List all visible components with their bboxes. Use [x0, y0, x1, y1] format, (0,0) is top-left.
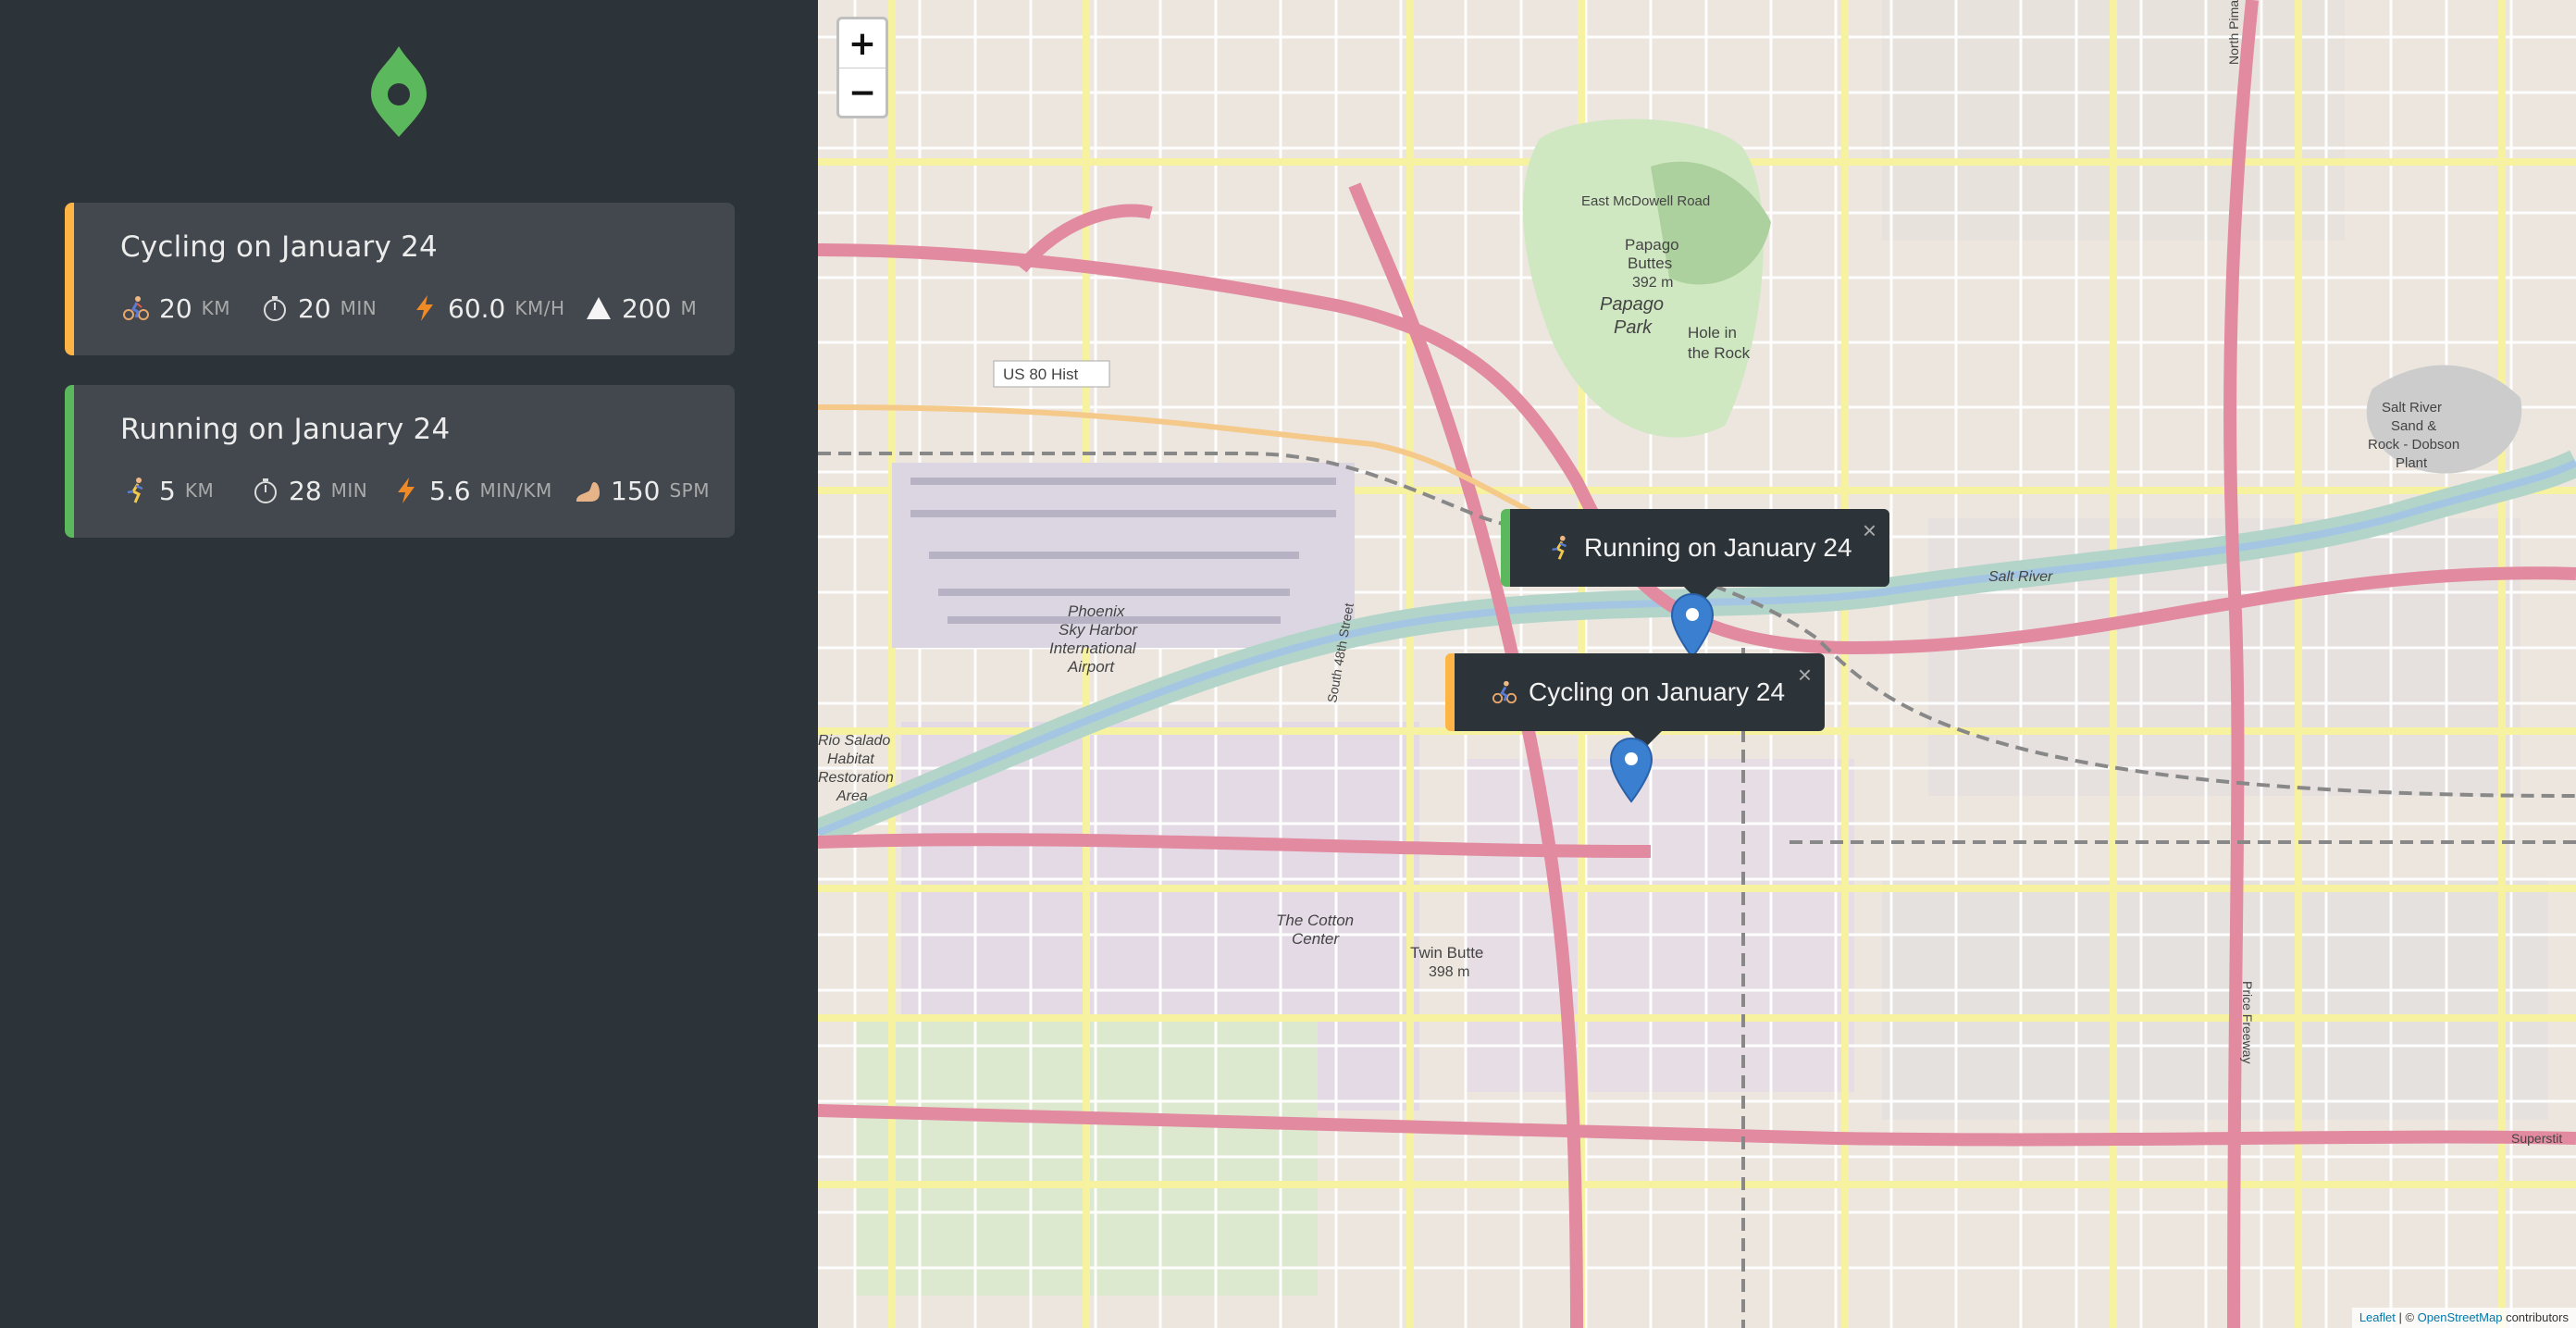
label-mcdowell: East McDowell Road: [1581, 193, 1710, 209]
runner-icon: [1547, 535, 1573, 561]
workout-title: Cycling on January 24: [120, 230, 438, 264]
label-north-pima: North Pima Road: [2226, 0, 2241, 65]
zoom-in-button[interactable]: +: [839, 19, 886, 68]
popup-running[interactable]: Running on January 24 ×: [1501, 509, 1889, 603]
label-airport-2: Sky Harbor: [1059, 621, 1138, 639]
sidebar: Cycling on January 24 20 km 20 min: [0, 0, 818, 1328]
label-salt-river: Salt River: [1988, 569, 2053, 585]
zoom-out-button[interactable]: −: [839, 68, 886, 117]
label-cotton-2: Center: [1292, 930, 1340, 948]
label-airport-3: International: [1049, 639, 1137, 657]
label-superstition: Superstit: [2511, 1131, 2562, 1146]
label-twin-2: 398 m: [1429, 964, 1469, 980]
label-us80: US 80 Hist: [1003, 366, 1079, 383]
popup-close-button[interactable]: ×: [1798, 661, 1812, 689]
label-sand-1: Salt River: [2382, 400, 2442, 416]
popup-text: Cycling on January 24: [1529, 677, 1786, 706]
mountain-icon: [583, 292, 614, 324]
label-rio-1: Rio Salado: [818, 733, 890, 749]
map-attribution: Leaflet | © OpenStreetMap contributors: [2351, 1308, 2576, 1328]
lightning-icon: [409, 292, 440, 324]
leaflet-link[interactable]: Leaflet: [2359, 1310, 2396, 1324]
workout-stats: 5 km 28 min 5.6 min/km: [120, 470, 731, 511]
stopwatch-icon: [250, 475, 281, 506]
label-airport-1: Phoenix: [1068, 602, 1125, 620]
label-rio-3: Restoration: [818, 770, 894, 786]
workout-stats: 20 km 20 min 60.0 km/h: [120, 288, 731, 329]
footprint-icon: [572, 475, 603, 506]
popup-close-button[interactable]: ×: [1863, 516, 1876, 545]
stat-distance: 20 km: [120, 288, 230, 329]
cyclist-icon: [1492, 679, 1517, 705]
stat-speed: 60.0 km/h: [409, 288, 565, 329]
label-sand-3: Rock - Dobson: [2368, 437, 2459, 453]
label-airport-4: Airport: [1067, 658, 1115, 676]
stat-duration: 28 min: [250, 470, 367, 511]
label-sand-2: Sand &: [2391, 418, 2436, 434]
label-rio-2: Habitat: [827, 751, 874, 767]
stat-pace: 5.6 min/km: [390, 470, 552, 511]
stat-distance: 5 km: [120, 470, 214, 511]
label-papago-park-2: Park: [1614, 317, 1653, 338]
cyclist-icon: [120, 292, 152, 324]
label-twin-1: Twin Butte: [1410, 944, 1483, 962]
map-marker-cycling[interactable]: [1608, 737, 1654, 811]
stat-cadence: 150 spm: [572, 470, 710, 511]
label-sand-4: Plant: [2396, 455, 2428, 471]
workout-card-running[interactable]: Running on January 24 5 km 28 min: [65, 385, 735, 538]
marker-pin-icon: [1609, 737, 1653, 803]
osm-link[interactable]: OpenStreetMap: [2418, 1310, 2503, 1324]
workout-title: Running on January 24: [120, 413, 451, 446]
label-hole-rock: Hole in: [1688, 324, 1737, 341]
label-papago-buttes-2: Buttes: [1628, 254, 1672, 272]
label-hole-rock-2: the Rock: [1688, 344, 1751, 362]
lightning-icon: [390, 475, 422, 506]
zoom-control: + −: [836, 17, 888, 118]
label-rio-4: Area: [836, 788, 868, 804]
popup-cycling[interactable]: Cycling on January 24 ×: [1445, 653, 1825, 748]
runner-icon: [120, 475, 152, 506]
label-papago-park: Papago: [1600, 294, 1664, 315]
label-papago-buttes: Papago: [1625, 236, 1679, 254]
stopwatch-icon: [259, 292, 291, 324]
label-cotton-1: The Cotton: [1276, 912, 1354, 929]
popup-text: Running on January 24: [1584, 533, 1852, 562]
map-view[interactable]: East McDowell Road US 80 Hist Papago But…: [818, 0, 2576, 1328]
stat-duration: 20 min: [259, 288, 377, 329]
label-price-fwy: Price Freeway: [2240, 981, 2255, 1063]
app-logo: [369, 46, 428, 139]
stat-elevation: 200 m: [583, 288, 697, 329]
workout-card-cycling[interactable]: Cycling on January 24 20 km 20 min: [65, 203, 735, 355]
label-papago-elev: 392 m: [1632, 275, 1673, 291]
